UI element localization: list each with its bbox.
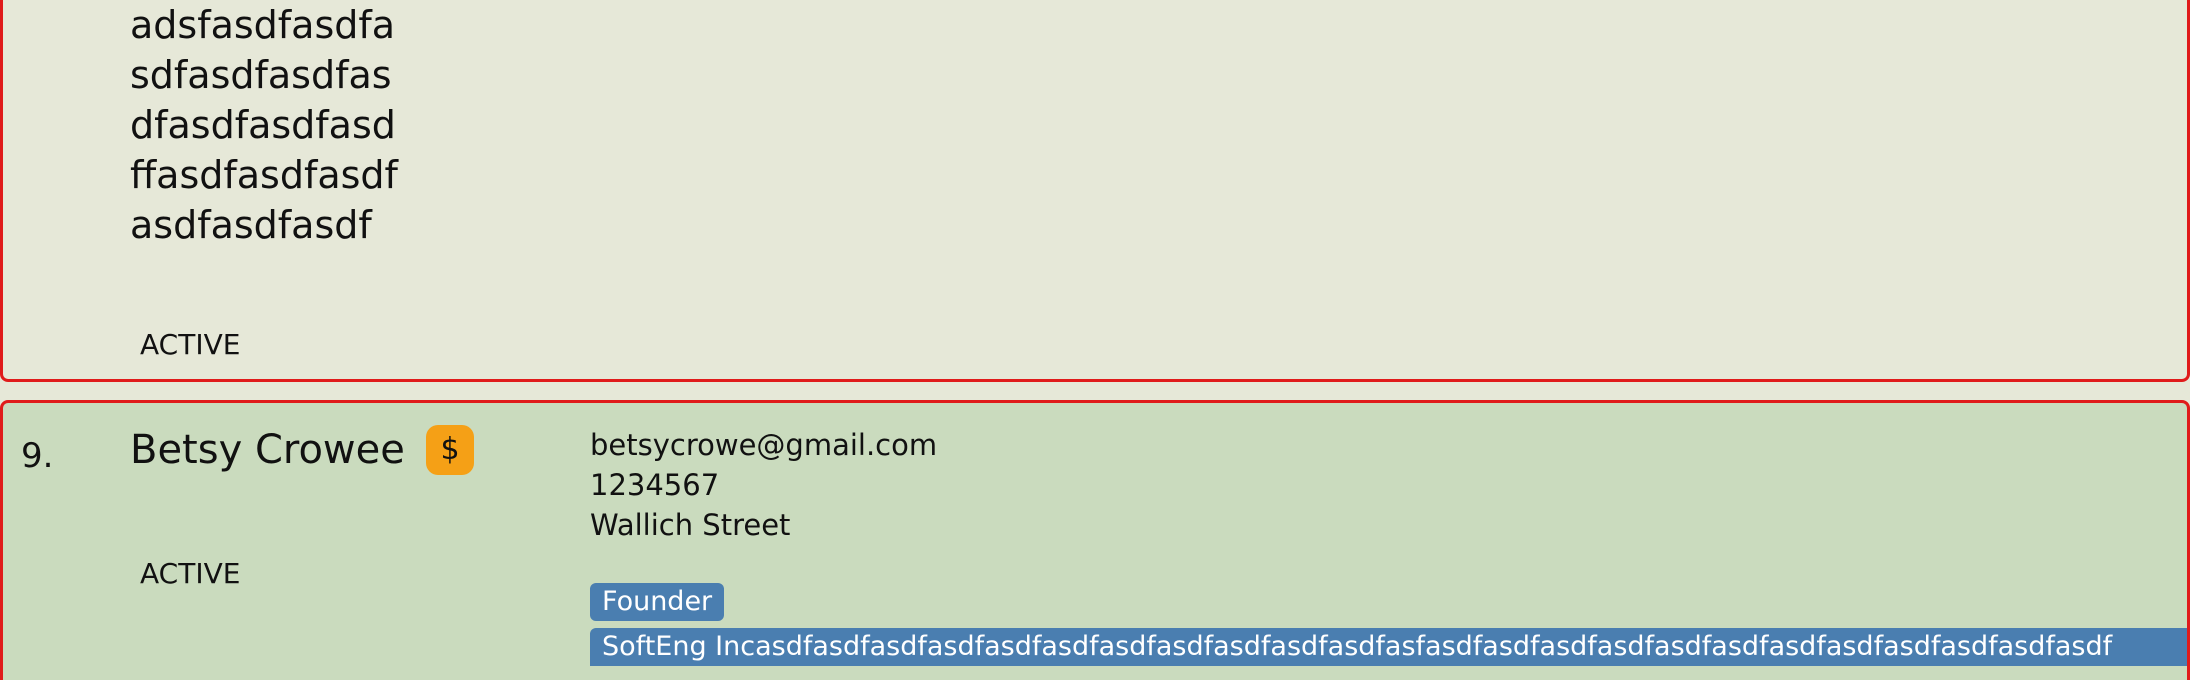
card-index: 9. (21, 436, 54, 476)
tag-founder: Founder (590, 583, 725, 621)
dollar-icon: $ (426, 425, 474, 475)
status-label: ACTIVE (140, 557, 241, 590)
person-name-line: ffasdfasdfasdf (130, 153, 398, 197)
person-name-line: dfasdfasdfasd (130, 103, 396, 147)
phone-text: 1234567 (590, 468, 720, 502)
person-name-line: asdfasdfasdf (130, 203, 372, 247)
email-text: betsycrowe@gmail.com (590, 428, 938, 462)
person-name: Betsy Crowee (130, 427, 405, 473)
person-name-line: sdfasdfasdfas (130, 53, 392, 97)
address-text: Wallich Street (590, 508, 791, 542)
tag-company: SoftEng Incasdfasdfasdfasdfasdfasdfasdfa… (590, 628, 2187, 666)
person-name-line: adsfasdfasdfa (130, 3, 396, 47)
person-card-previous[interactable]: adsfasdfasdfa sdfasdfasdfas dfasdfasdfas… (0, 0, 2190, 382)
person-card[interactable]: 9. Betsy Crowee $ betsycrowe@gmail.com 1… (0, 400, 2190, 680)
status-label: ACTIVE (140, 328, 241, 361)
